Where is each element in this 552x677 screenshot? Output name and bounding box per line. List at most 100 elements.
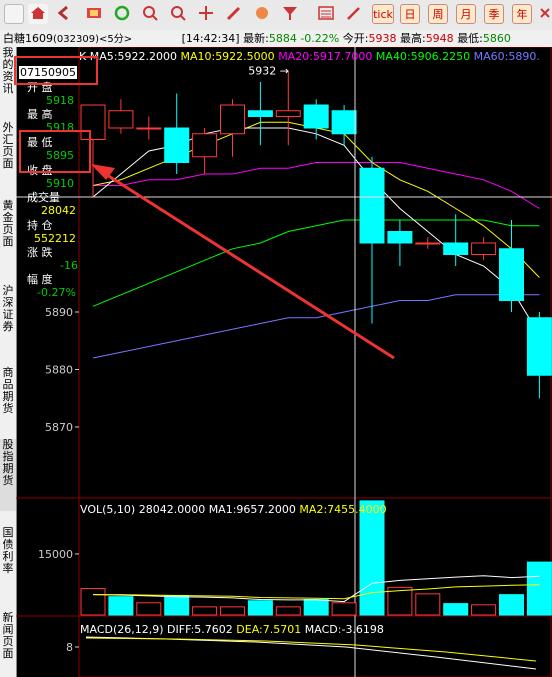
volume-bar [275,606,301,616]
zoom-out-icon[interactable] [168,4,188,24]
ma20-value: 5917.7000 [312,50,373,63]
filter-icon[interactable] [280,4,300,24]
candle-body [303,104,329,129]
ma40-line [92,219,540,307]
video-icon[interactable] [84,4,104,24]
sidebar-tab-index-futures[interactable]: 股指期货 [0,439,16,511]
volume-bar [192,606,218,616]
vol-y-tick-label: 15000 [38,548,73,561]
date-highlight-box [14,56,98,85]
volume-bar [247,600,273,616]
sidebar: 我的资讯 外汇页面 黄金页面 沪深证券 商品期货 股指期货 国债利率 新闻页面 [0,47,17,677]
info-pct-name: 幅 度 [27,273,53,286]
candle-body [443,242,469,255]
chart-area[interactable]: 5870 5880 5890 5932 → 15000 8 [16,47,552,677]
macd-value: -3.6198 [341,623,384,636]
info-open-value: 5918 [46,94,74,107]
ma40-name: MA40 [375,50,407,63]
crosshair-icon[interactable] [196,4,216,24]
candle-body [387,231,413,244]
menu-icon[interactable] [4,4,24,24]
vol-legend: VOL(5,10) 28042.0000 MA1:9657.2000 MA2:7… [80,503,387,516]
volume-bar [415,593,441,616]
zoom-in-icon[interactable] [140,4,160,24]
ma60-value: 5890. [508,50,540,63]
candle-body [526,317,552,376]
k-legend: K MA5:5922.2000 MA10:5922.5000 MA20:5917… [79,50,540,63]
tab-day[interactable]: 日 [400,4,420,24]
tab-month[interactable]: 月 [456,4,476,24]
candle-body [331,110,357,135]
tab-week[interactable]: 周 [428,4,448,24]
tab-year[interactable]: 年 [512,4,532,24]
more-icon[interactable] [538,4,552,24]
toolbar: tick 日 周 月 季 年 [0,0,552,31]
macd-title: MACD(26,12,9) [80,623,164,636]
sidebar-tab-bonds[interactable]: 国债利率 [0,527,16,597]
tab-season[interactable]: 季 [484,4,504,24]
pie-icon[interactable] [252,4,272,24]
pen-icon[interactable] [224,4,244,24]
info-change-value: -16 [60,259,78,272]
period-label[interactable]: <5分> [99,34,132,45]
ma60-name: MA60 [473,50,505,63]
back-icon[interactable] [54,4,74,24]
change-pct: -0.22% [300,32,340,45]
candle-body [247,110,273,117]
candle-body [108,110,134,129]
sidebar-tab-news[interactable]: 新闻页面 [0,612,16,674]
symbol-name: 白糖1609 [3,32,53,45]
info-high-name: 最 高 [27,108,53,121]
sidebar-tab-commodity[interactable]: 商品期货 [0,367,16,437]
candle-body [499,248,524,301]
vol-ma1-line [92,575,540,603]
tick-icon[interactable]: tick [372,4,394,24]
volume-bar [136,602,162,616]
symbol-code: (032309) [53,34,99,45]
info-change-name: 涨 跌 [27,246,53,259]
candle-body [415,242,441,245]
macd-y-tick-label: 8 [66,641,73,654]
open-value: 5938 [368,32,397,45]
ma5-line [92,127,540,336]
y-tick-label: 5890 [45,306,73,319]
ma10-value: 5922.5000 [215,50,275,63]
candle-body [471,242,497,255]
sidebar-tab-stocks[interactable]: 沪深证券 [0,285,16,355]
high-value: 5948 [425,32,454,45]
volume-bar [331,602,357,616]
volume-bar [303,599,329,616]
info-oi-name: 持 仓 [27,219,53,232]
open-label: 今开: [342,32,369,45]
low-value: 5860 [482,32,511,45]
vol-ma2-name: MA2 [299,503,324,516]
volume-bar [164,594,190,616]
candle-body [136,127,162,130]
vol-title: VOL(5,10) [80,503,136,516]
volume-bar [499,594,524,616]
vol-ma1-value: 9657.2000 [236,503,296,516]
volume-bar [443,603,469,616]
candle-body [275,110,301,117]
info-volume-name: 成交量 [27,191,60,204]
ma40-value: 5906.2250 [410,50,471,63]
sidebar-tab-gold[interactable]: 黄金页面 [0,200,16,270]
volume-bar [220,606,245,616]
high-label: 最高: [399,32,426,45]
ma5-value: 5922.2000 [117,50,177,63]
info-close-value: 5910 [46,177,74,190]
diff-name: DIFF [167,623,191,636]
peak-label: 5932 → [248,65,289,78]
volume-bar [80,588,106,616]
refresh-icon[interactable] [112,4,132,24]
low-label: 最低: [457,32,483,45]
ma20-line [93,162,540,209]
info-pct-value: -0.27% [37,286,76,299]
diff-line [85,636,537,670]
draw-icon[interactable] [344,4,364,24]
sidebar-tab-forex[interactable]: 外汇页面 [0,122,16,192]
home-icon[interactable] [28,4,48,24]
list-icon[interactable] [316,4,336,24]
volume-bar [108,596,134,616]
diff-value: 5.7602 [194,623,233,636]
